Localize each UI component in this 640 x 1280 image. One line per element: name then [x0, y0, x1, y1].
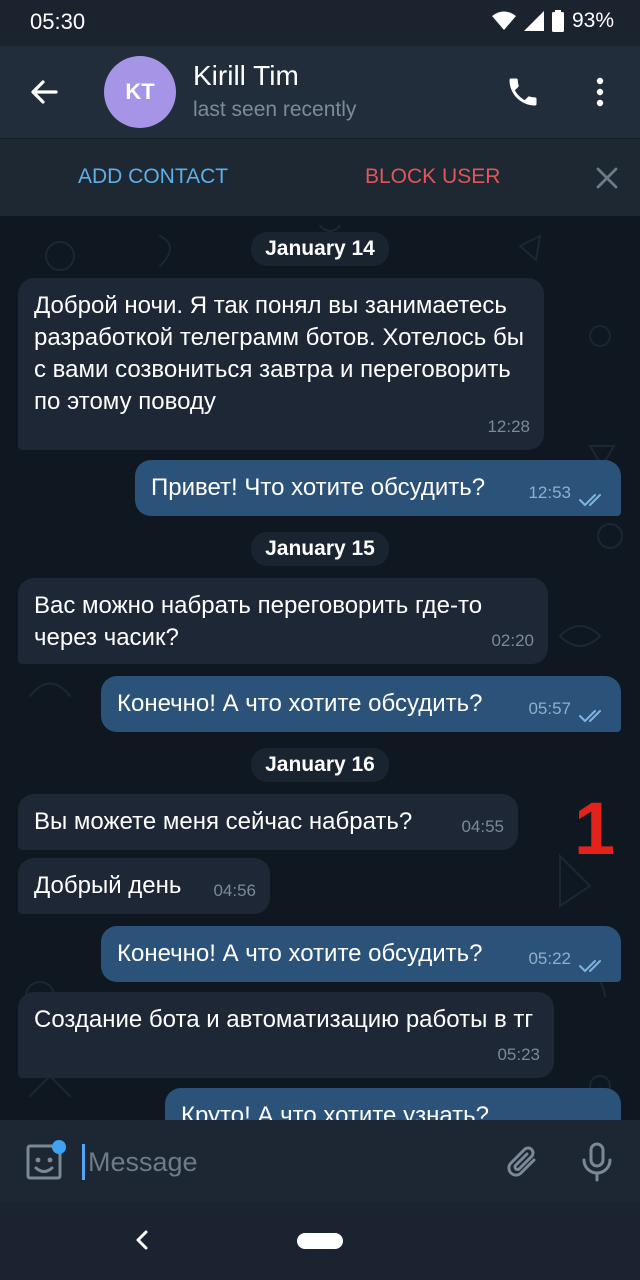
- close-icon[interactable]: [594, 165, 620, 191]
- date-separator: January 14: [251, 232, 389, 266]
- message-composer: [0, 1120, 640, 1202]
- wifi-icon: [491, 11, 516, 30]
- message-text: Привет! Что хотите обсудить?: [151, 474, 486, 501]
- battery-percent: 93%: [571, 9, 614, 32]
- message-time: 04:56: [213, 881, 256, 900]
- outgoing-message[interactable]: Конечно! А что хотите обсудить? 05:57: [101, 676, 621, 732]
- status-icons: 93%: [491, 9, 614, 33]
- signal-icon: [523, 11, 544, 31]
- outgoing-message[interactable]: Круто! А что хотите узнать?: [165, 1088, 621, 1120]
- message-time: 12:53: [528, 483, 571, 502]
- text-cursor: [82, 1144, 85, 1180]
- more-vert-icon[interactable]: [588, 74, 612, 110]
- message-text: Вас можно набрать переговорить где-то че…: [34, 592, 483, 651]
- incoming-message[interactable]: Создание бота и автоматизацию работы в т…: [18, 992, 554, 1078]
- message-text: Доброй ночи. Я так понял вы занимаетесь …: [34, 292, 524, 415]
- status-bar: 05:30 93%: [0, 0, 640, 46]
- system-navigation-bar: [0, 1202, 640, 1280]
- phone-icon[interactable]: [505, 74, 541, 110]
- attach-icon[interactable]: [504, 1143, 542, 1181]
- read-ticks-icon: [579, 494, 601, 507]
- home-pill[interactable]: [297, 1233, 343, 1249]
- avatar-initials: KT: [125, 79, 155, 104]
- incoming-message[interactable]: Доброй ночи. Я так понял вы занимаетесь …: [18, 278, 544, 450]
- notification-dot: [52, 1140, 66, 1154]
- message-time: 05:23: [497, 1045, 540, 1064]
- message-text: Вы можете меня сейчас набрать?: [34, 808, 413, 835]
- nav-back-icon[interactable]: [128, 1226, 156, 1254]
- red-annotation-number: 1: [574, 787, 616, 870]
- incoming-message[interactable]: Добрый день 04:56: [18, 858, 270, 914]
- read-ticks-icon: [579, 960, 601, 973]
- read-ticks-icon: [579, 710, 601, 723]
- message-text: Создание бота и автоматизацию работы в т…: [34, 1006, 534, 1033]
- message-text: Круто! А что хотите узнать?: [181, 1102, 489, 1120]
- avatar[interactable]: KT: [104, 56, 176, 128]
- chat-area[interactable]: January 14 Доброй ночи. Я так понял вы з…: [0, 216, 640, 1120]
- message-time: 12:28: [487, 417, 530, 436]
- message-time: 02:20: [491, 631, 534, 650]
- message-text: Добрый день: [34, 872, 182, 899]
- date-separator: January 16: [251, 748, 389, 782]
- back-arrow-icon[interactable]: [26, 74, 62, 110]
- chat-header: KT Kirill Tim last seen recently: [0, 46, 640, 138]
- date-separator: January 15: [251, 532, 389, 566]
- message-input[interactable]: [88, 1140, 468, 1184]
- outgoing-message[interactable]: Конечно! А что хотите обсудить? 05:22: [101, 926, 621, 982]
- contact-status: last seen recently: [193, 98, 357, 121]
- outgoing-message[interactable]: Привет! Что хотите обсудить? 12:53: [135, 460, 621, 516]
- contact-name[interactable]: Kirill Tim: [193, 60, 299, 92]
- contact-action-bar: ADD CONTACT BLOCK USER: [0, 138, 640, 216]
- block-user-button[interactable]: BLOCK USER: [365, 165, 500, 189]
- message-time: 04:55: [461, 817, 504, 836]
- incoming-message[interactable]: Вы можете меня сейчас набрать? 04:55: [18, 794, 518, 850]
- incoming-message[interactable]: Вас можно набрать переговорить где-то че…: [18, 578, 548, 664]
- message-time: 05:22: [528, 949, 571, 968]
- status-time: 05:30: [30, 9, 86, 34]
- battery-icon: [551, 10, 564, 32]
- message-text: Конечно! А что хотите обсудить?: [117, 940, 483, 967]
- message-text: Конечно! А что хотите обсудить?: [117, 690, 483, 717]
- message-time: 05:57: [528, 699, 571, 718]
- add-contact-button[interactable]: ADD CONTACT: [78, 165, 228, 189]
- mic-icon[interactable]: [580, 1142, 614, 1182]
